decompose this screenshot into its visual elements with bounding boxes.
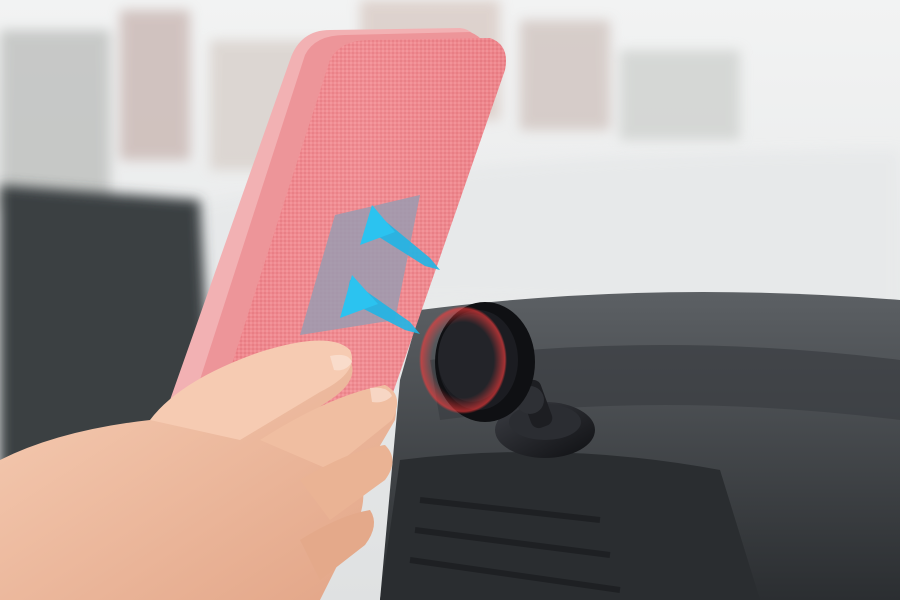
photo-scene	[0, 0, 900, 600]
scene-illustration	[0, 0, 900, 600]
air-vent-area	[380, 452, 760, 600]
magnet-glow-ring	[419, 306, 507, 414]
